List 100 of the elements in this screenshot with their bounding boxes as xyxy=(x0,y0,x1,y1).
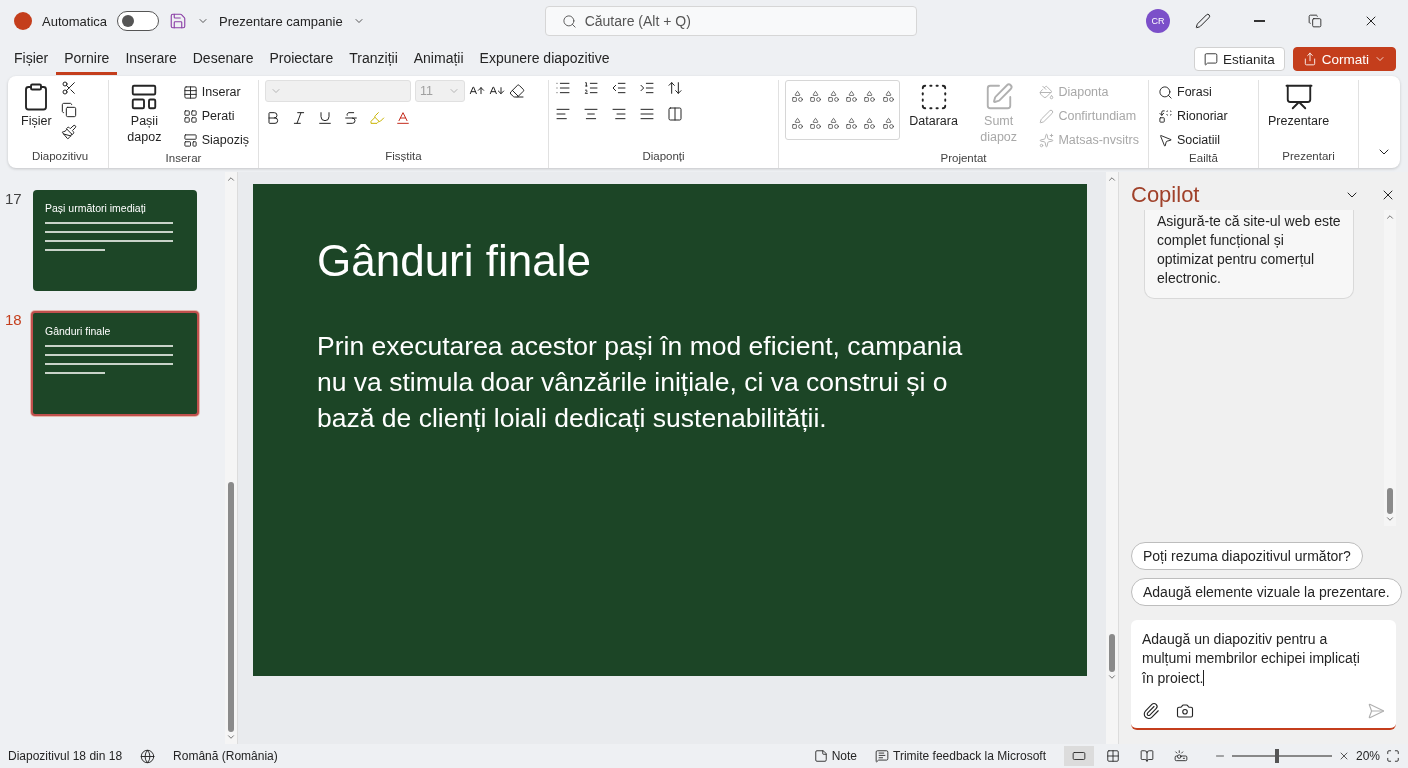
ribbon-tab[interactable]: Expunere diapozitive xyxy=(471,43,618,75)
slide-number: 17 xyxy=(5,190,23,209)
outdent-icon xyxy=(611,80,627,96)
shape-icon[interactable] xyxy=(790,117,804,130)
ribbon-tab[interactable]: Fișier xyxy=(6,43,57,75)
suggestion-chip[interactable]: Adaugă elemente vizuale la prezentare. xyxy=(1131,578,1402,606)
scrollbar-thumb[interactable] xyxy=(1387,488,1393,514)
ribbon-tab[interactable]: Inserare xyxy=(117,43,185,75)
slide-body[interactable]: Prin executarea acestor pași în mod eficient, campania nu va stimula doar vânzările inițiale, ci va construi și o bază de clienți loiali dedicați sustenabilității. xyxy=(317,328,997,437)
scrollbar[interactable] xyxy=(1106,172,1118,744)
layout-icon xyxy=(182,84,198,100)
slide-title[interactable]: Gânduri finale xyxy=(317,236,1023,286)
shape-icon[interactable] xyxy=(827,117,840,130)
slideshow-icon xyxy=(1173,749,1188,763)
ribbon-button[interactable]: Fișier xyxy=(18,80,55,132)
indent-icon xyxy=(639,80,655,96)
scissors-icon xyxy=(60,80,77,96)
scrollbar[interactable] xyxy=(1384,210,1396,526)
search-field[interactable]: Căutare (Alt + Q) xyxy=(544,6,917,36)
paperclip-icon xyxy=(1142,702,1160,720)
restore-icon xyxy=(1308,14,1322,28)
slide-count: Diapozitivul 18 din 18 xyxy=(8,749,123,763)
slide-thumbnail[interactable]: Gânduri finale xyxy=(31,311,199,416)
fill-icon xyxy=(1039,84,1055,100)
zoom-level[interactable]: 20% xyxy=(1355,749,1380,763)
columns-icon xyxy=(667,106,683,122)
ribbon-button[interactable]: Pașii dapoz xyxy=(115,80,174,148)
autosave-toggle[interactable] xyxy=(117,11,160,31)
bullets-icon xyxy=(555,80,571,96)
numbering-icon xyxy=(583,80,599,96)
globe-icon xyxy=(140,748,156,764)
normal-view-icon xyxy=(1071,749,1086,763)
search-icon xyxy=(561,13,577,29)
scrollbar-thumb[interactable] xyxy=(1109,634,1115,672)
scrollbar-thumb[interactable] xyxy=(228,482,234,732)
shape-icon[interactable] xyxy=(845,117,859,130)
share-button[interactable]: Cormati xyxy=(1292,47,1396,71)
thumbnail-title: Gânduri finale xyxy=(45,325,112,337)
comments-button[interactable]: Estianita xyxy=(1193,47,1285,71)
minimize-icon[interactable] xyxy=(1253,20,1265,22)
shape-icon[interactable] xyxy=(808,117,822,130)
ribbon-button[interactable]: Datarara xyxy=(906,80,961,132)
app-logo xyxy=(14,12,32,30)
user-avatar[interactable]: CR xyxy=(1146,9,1170,33)
shape-icon[interactable] xyxy=(827,90,840,103)
align-center-icon xyxy=(583,106,599,122)
ribbon-button[interactable]: Inserar xyxy=(179,80,252,104)
clear-format-icon xyxy=(509,83,525,99)
suggestion-chip[interactable]: Poți rezuma diapozitivul următor? xyxy=(1131,542,1363,570)
notes-button[interactable]: Note xyxy=(813,749,858,763)
shape-icon[interactable] xyxy=(863,90,877,103)
font-color-icon xyxy=(395,110,411,126)
prompt-field[interactable]: Adaugă un diapozitiv pentru a mulțumi membrilor echipei implicați în proiect. xyxy=(1131,620,1396,730)
notes-icon xyxy=(813,749,828,763)
pointer-icon xyxy=(1158,132,1173,148)
save-icon xyxy=(169,12,188,30)
ribbon-tab[interactable]: Tranziții xyxy=(341,43,406,75)
presentation-icon xyxy=(1283,82,1314,112)
search-icon xyxy=(1158,84,1173,100)
group-label: Prezentari xyxy=(1281,150,1336,164)
language[interactable]: Română (România) xyxy=(173,749,278,763)
send-icon xyxy=(1367,702,1385,720)
group-label: Projentat xyxy=(939,152,988,166)
shapes-gallery[interactable] xyxy=(785,80,901,140)
chat-message: Asigură-te că site-ul web este complet funcțional și optimizat pentru comerțul electronic. xyxy=(1144,210,1354,299)
shape-icon[interactable] xyxy=(881,90,895,103)
brush-icon xyxy=(60,124,77,140)
slide-number: 18 xyxy=(5,311,23,330)
group-label: Inserar xyxy=(164,152,203,166)
shape-icon[interactable] xyxy=(790,90,804,103)
scroll-down-icon xyxy=(1385,514,1395,524)
scroll-up-icon xyxy=(1385,212,1395,222)
ribbon-tab[interactable]: Animații xyxy=(405,43,472,75)
scroll-up-icon xyxy=(1107,174,1117,184)
ribbon-button[interactable]: Prezentare xyxy=(1265,80,1333,132)
group-label: Diapozitivu xyxy=(30,150,90,164)
shape-icon[interactable] xyxy=(845,90,859,103)
slide-thumbnail[interactable]: Pași următori imediați xyxy=(33,190,197,291)
feedback-icon xyxy=(875,749,890,763)
ribbon-button[interactable]: Sociatiil xyxy=(1155,128,1231,152)
ribbon-button[interactable]: Siapoziș xyxy=(179,128,252,152)
shape-icon[interactable] xyxy=(863,117,877,130)
shape-icon[interactable] xyxy=(808,90,822,103)
group-label: Fisștita xyxy=(384,150,423,164)
ribbon-tab[interactable]: Desenare xyxy=(184,43,262,75)
shape-icon[interactable] xyxy=(881,117,895,130)
pane-title: Copilot xyxy=(1131,182,1200,208)
scrollbar[interactable] xyxy=(225,172,237,744)
strikethrough-icon xyxy=(343,110,359,126)
ribbon-button[interactable]: Perati xyxy=(179,104,252,128)
feedback-button[interactable]: Trimite feedback la Microsoft xyxy=(875,749,1046,763)
scroll-down-icon xyxy=(1107,672,1117,682)
ribbon-tab[interactable]: Proiectare xyxy=(261,43,342,75)
justify-icon xyxy=(639,106,655,122)
ribbon-button[interactable]: Rionoriar xyxy=(1155,104,1231,128)
view-button[interactable] xyxy=(1063,746,1094,766)
reading-view-icon xyxy=(1139,749,1154,763)
document-title[interactable]: Prezentare campanie xyxy=(219,13,343,29)
ribbon-button[interactable]: Forasi xyxy=(1155,80,1231,104)
copy-icon xyxy=(60,102,77,118)
